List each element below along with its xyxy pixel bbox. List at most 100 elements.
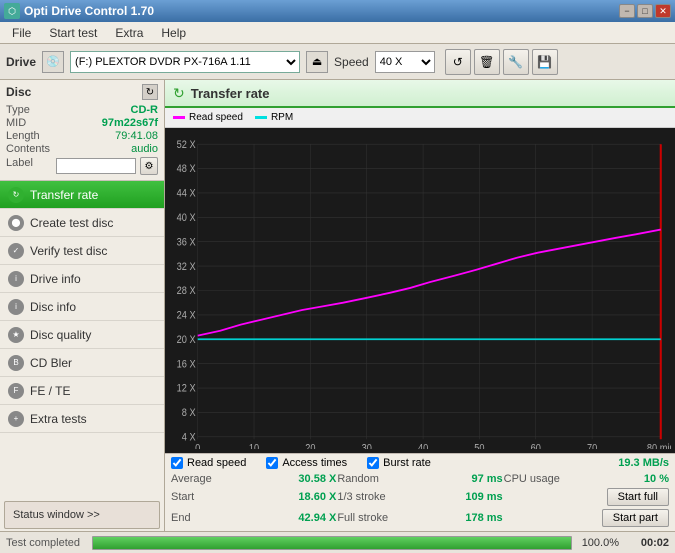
status-window-button[interactable]: Status window >> [4, 501, 160, 529]
nav-icon-verify-test-disc: ✓ [8, 243, 24, 259]
stat-start-full-row: Start full [504, 487, 669, 507]
nav-create-test-disc[interactable]: ⬤ Create test disc [0, 209, 164, 237]
checkbox-access-times[interactable]: Access times [266, 457, 347, 469]
checkbox-burst-rate[interactable]: Burst rate [367, 457, 431, 469]
menu-help[interactable]: Help [153, 24, 194, 42]
refresh-button[interactable]: ↺ [445, 49, 471, 75]
stat-full-stroke: Full stroke 178 ms [337, 508, 502, 528]
chart-title: Transfer rate [191, 86, 270, 101]
settings-button[interactable]: 🔧 [503, 49, 529, 75]
save-button[interactable]: 💾 [532, 49, 558, 75]
window-controls: − □ ✕ [619, 4, 671, 18]
clear-button[interactable]: 🗑 [474, 49, 500, 75]
svg-text:60: 60 [531, 443, 542, 449]
svg-text:28 X: 28 X [177, 285, 196, 297]
menu-extra[interactable]: Extra [107, 24, 151, 42]
chart-legend: Read speed RPM [165, 108, 675, 128]
minimize-button[interactable]: − [619, 4, 635, 18]
svg-text:0: 0 [195, 443, 200, 449]
speed-select[interactable]: 40 X [375, 51, 435, 73]
nav-cd-bler[interactable]: B CD Bler [0, 349, 164, 377]
svg-text:10: 10 [249, 443, 260, 449]
nav-disc-info[interactable]: i Disc info [0, 293, 164, 321]
test-progress-background [92, 536, 572, 550]
disc-label-icon[interactable]: ⚙ [140, 157, 158, 175]
stat-average: Average 30.58 X [171, 472, 336, 486]
nav-transfer-rate[interactable]: ↻ Transfer rate [0, 181, 164, 209]
main-layout: Disc ↻ Type CD-R MID 97m22s67f Length 79… [0, 80, 675, 531]
average-label: Average [171, 473, 212, 485]
chart-icon: ↻ [173, 85, 185, 102]
drivebar: Drive 💿 (F:) PLEXTOR DVDR PX-716A 1.11 ⏏… [0, 44, 675, 80]
legend-rpm-color [255, 116, 267, 119]
test-time: 00:02 [629, 537, 669, 549]
chart-svg: 52 X 48 X 44 X 40 X 36 X 32 X 28 X 24 X … [169, 132, 671, 449]
svg-text:30: 30 [362, 443, 373, 449]
disc-label-label: Label [6, 157, 33, 175]
svg-text:48 X: 48 X [177, 164, 196, 176]
mid-value: 97m22s67f [102, 117, 158, 129]
stat-random: Random 97 ms [337, 472, 502, 486]
app-title: Opti Drive Control 1.70 [24, 4, 154, 18]
svg-text:44 X: 44 X [177, 188, 196, 200]
checkbox-access-times-input[interactable] [266, 457, 278, 469]
content-area: ↻ Transfer rate Read speed RPM [165, 80, 675, 531]
svg-text:16 X: 16 X [177, 359, 196, 371]
maximize-button[interactable]: □ [637, 4, 653, 18]
svg-text:40: 40 [418, 443, 429, 449]
sidebar: Disc ↻ Type CD-R MID 97m22s67f Length 79… [0, 80, 165, 531]
eject-button[interactable]: ⏏ [306, 51, 328, 73]
nav-icon-fe-te: F [8, 383, 24, 399]
nav-icon-disc-quality: ★ [8, 327, 24, 343]
test-progress-percent: 100.0% [578, 537, 623, 549]
checkbox-read-speed-input[interactable] [171, 457, 183, 469]
type-label: Type [6, 104, 30, 116]
start-part-button[interactable]: Start part [602, 509, 669, 527]
test-completed-label: Test completed [6, 537, 86, 549]
type-value: CD-R [131, 104, 159, 116]
disc-refresh-button[interactable]: ↻ [142, 84, 158, 100]
contents-value: audio [131, 143, 158, 155]
app-icon: ⬡ [4, 3, 20, 19]
contents-label: Contents [6, 143, 50, 155]
nav-disc-quality[interactable]: ★ Disc quality [0, 321, 164, 349]
svg-text:24 X: 24 X [177, 310, 196, 322]
close-button[interactable]: ✕ [655, 4, 671, 18]
nav-label-transfer-rate: Transfer rate [30, 188, 98, 202]
drive-icon: 💿 [42, 51, 64, 73]
nav-icon-extra-tests: + [8, 411, 24, 427]
nav-extra-tests[interactable]: + Extra tests [0, 405, 164, 433]
drive-select[interactable]: (F:) PLEXTOR DVDR PX-716A 1.11 [70, 51, 300, 73]
nav-label-disc-info: Disc info [30, 300, 76, 314]
nav-drive-info[interactable]: i Drive info [0, 265, 164, 293]
nav-label-extra-tests: Extra tests [30, 412, 87, 426]
length-value: 79:41.08 [115, 130, 158, 142]
checkbox-read-speed-label: Read speed [187, 457, 246, 469]
1-3-stroke-label: 1/3 stroke [337, 491, 385, 503]
drive-label: Drive [6, 55, 36, 69]
start-full-button[interactable]: Start full [607, 488, 669, 506]
stat-1-3-stroke: 1/3 stroke 109 ms [337, 487, 502, 507]
checkbox-access-times-label: Access times [282, 457, 347, 469]
nav-label-drive-info: Drive info [30, 272, 81, 286]
cpu-label: CPU usage [504, 473, 560, 485]
legend-read-speed-color [173, 116, 185, 119]
disc-label-input[interactable] [56, 158, 136, 174]
end-value: 42.94 X [298, 512, 336, 524]
menu-file[interactable]: File [4, 24, 39, 42]
end-label: End [171, 512, 191, 524]
checkbox-burst-rate-input[interactable] [367, 457, 379, 469]
checkbox-read-speed[interactable]: Read speed [171, 457, 246, 469]
nav-fe-te[interactable]: F FE / TE [0, 377, 164, 405]
nav-label-verify-test-disc: Verify test disc [30, 244, 107, 258]
svg-text:4 X: 4 X [182, 432, 196, 444]
nav-verify-test-disc[interactable]: ✓ Verify test disc [0, 237, 164, 265]
legend-rpm-label: RPM [271, 112, 293, 123]
menu-start-test[interactable]: Start test [41, 24, 105, 42]
chart-header: ↻ Transfer rate [165, 80, 675, 108]
length-label: Length [6, 130, 40, 142]
svg-text:32 X: 32 X [177, 261, 196, 273]
full-stroke-value: 178 ms [465, 512, 502, 524]
svg-text:50: 50 [474, 443, 485, 449]
stats-grid: Average 30.58 X Random 97 ms CPU usage 1… [171, 472, 669, 528]
